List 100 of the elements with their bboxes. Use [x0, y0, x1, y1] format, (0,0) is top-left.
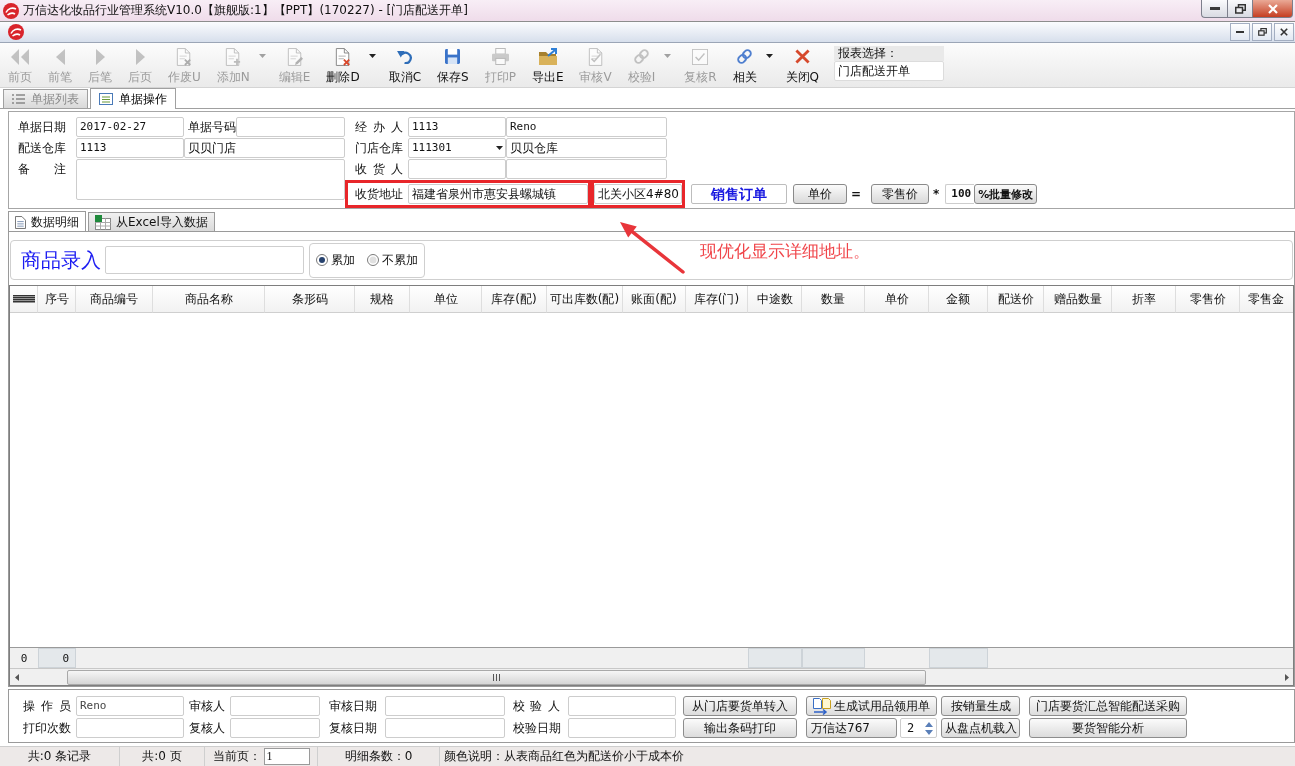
equals-sign: = — [851, 187, 862, 201]
caret-icon[interactable] — [765, 54, 773, 58]
right-triangle-icon — [95, 48, 105, 65]
tab[interactable]: 单据操作 — [90, 88, 176, 109]
related-button[interactable]: 相关 — [729, 45, 760, 88]
text-field[interactable] — [236, 117, 345, 137]
window-title: 万信达化妆品行业管理系统V10.0【旗舰版:1】【PPT】(170227) - [门店配送开单] — [23, 2, 469, 19]
field-label: 配送仓库 — [18, 139, 66, 157]
field-label: 复核日期 — [328, 719, 377, 737]
purchase-button[interactable]: 门店要货汇总智能配送采购 — [1029, 696, 1187, 716]
report-select-field[interactable]: 门店配送开单 — [834, 61, 945, 81]
order-type-field[interactable]: 销售订单 — [691, 184, 787, 204]
delete-button[interactable]: 删除D — [323, 45, 363, 88]
trial-slip-button[interactable]: 生成试用品领用单 — [806, 696, 937, 716]
caret-icon — [496, 146, 503, 150]
radio-option[interactable]: 累加 — [316, 251, 355, 269]
batch-modify-button[interactable]: %批量修改 — [974, 184, 1038, 204]
column-header: 商品编号 — [76, 286, 153, 313]
column-header: 商品名称 — [153, 286, 265, 313]
auditor-field[interactable] — [230, 696, 320, 716]
generate-button[interactable]: 按销量生成 — [941, 696, 1020, 716]
product-entry-field[interactable] — [105, 246, 304, 274]
cancel-button[interactable]: 取消C — [385, 45, 424, 88]
minimize-button[interactable] — [1201, 0, 1227, 18]
analysis-button[interactable]: 要货智能分析 — [1029, 718, 1187, 738]
multiply-sign: * — [933, 187, 940, 201]
note-field[interactable] — [76, 159, 345, 200]
code-field[interactable]: 1113 — [76, 138, 184, 158]
verifier-field[interactable] — [568, 696, 676, 716]
template-button[interactable]: 万信达767 — [806, 718, 897, 738]
grip-icon — [493, 673, 500, 681]
column-header: 折率 — [1112, 286, 1176, 313]
documents-arrow-icon — [813, 697, 831, 715]
caret-icon[interactable] — [368, 54, 376, 58]
field-label: 经 办 人 — [355, 118, 403, 136]
field-label: 打印次数 — [23, 719, 71, 737]
field-label: 门店仓库 — [355, 139, 403, 157]
close-button[interactable] — [1274, 23, 1294, 41]
link-icon — [736, 48, 754, 65]
document-check-icon — [587, 47, 604, 66]
copies-spinner[interactable]: 2 — [900, 718, 937, 738]
document-plus-icon — [225, 47, 242, 66]
date-field[interactable]: 2017-02-27 — [76, 117, 184, 137]
import-button[interactable]: 从门店要货单转入 — [683, 696, 797, 716]
code-field[interactable] — [408, 159, 506, 179]
column-header: 序号 — [38, 286, 76, 313]
barcode-print-button[interactable]: 输出条码打印 — [683, 718, 797, 738]
date-field[interactable] — [385, 696, 505, 716]
restore-button[interactable] — [1227, 0, 1253, 18]
retail-price-button[interactable]: 零售价 — [871, 184, 930, 204]
print-count-field[interactable] — [76, 718, 184, 738]
price-basis-button[interactable]: 单价 — [793, 184, 847, 204]
folder-arrow-icon — [538, 48, 557, 65]
scroll-left-icon[interactable] — [15, 673, 19, 681]
restore-icon — [1234, 3, 1246, 14]
scroll-right-icon[interactable] — [1285, 673, 1289, 681]
date-field[interactable] — [568, 718, 676, 738]
code-field[interactable]: 1113 — [408, 117, 506, 137]
dropdown[interactable]: 111301 — [408, 138, 506, 158]
name-field[interactable]: 贝贝门店 — [184, 138, 345, 158]
record-count: 共:0 条记录 — [0, 746, 120, 766]
menu-icon[interactable] — [12, 295, 35, 303]
address-detail-field[interactable]: 北关小区4#80 — [594, 184, 682, 204]
scrollbar-thumb[interactable] — [67, 669, 926, 685]
double-left-arrow-icon — [11, 48, 29, 65]
close-icon — [1280, 28, 1288, 36]
close-button[interactable]: 关闭Q — [782, 45, 823, 88]
percent-field[interactable]: 100 — [945, 184, 975, 204]
export-button[interactable]: 导出E — [528, 45, 567, 88]
name-field[interactable]: Reno — [506, 117, 667, 137]
radio-option[interactable]: 不累加 — [367, 251, 418, 269]
page-field[interactable]: 1 — [263, 748, 310, 765]
field-label: 收 货 人 — [355, 160, 403, 178]
field-label: 单据日期 — [18, 118, 66, 136]
tab[interactable]: 数据明细 — [8, 211, 86, 232]
field-label: 操 作 员 — [23, 697, 71, 715]
tab[interactable]: 从Excel导入数据 — [88, 212, 215, 231]
operator-field[interactable]: Reno — [76, 696, 184, 716]
list-icon — [12, 94, 25, 104]
up-down-arrows-icon — [925, 721, 933, 735]
date-field[interactable] — [385, 718, 505, 738]
column-header: 单位 — [410, 286, 482, 313]
field-label: 校验日期 — [512, 719, 561, 737]
reviewer-field[interactable] — [230, 718, 320, 738]
restore-button[interactable] — [1252, 23, 1272, 41]
column-header: 零售价 — [1176, 286, 1240, 313]
save-button[interactable]: 保存S — [434, 45, 472, 88]
document-pencil-icon — [286, 47, 303, 66]
count-cell-text: 0 — [19, 650, 29, 667]
column-header: 赠品数量 — [1044, 286, 1112, 313]
minimize-icon — [1236, 31, 1244, 33]
name-field[interactable]: 贝贝仓库 — [506, 138, 667, 158]
column-header: 库存(配) — [482, 286, 547, 313]
load-button[interactable]: 从盘点机载入 — [941, 718, 1020, 738]
name-field[interactable] — [506, 159, 667, 179]
address-field[interactable]: 福建省泉州市惠安县螺城镇 — [408, 184, 588, 204]
logo-icon[interactable] — [8, 24, 24, 40]
minimize-button[interactable] — [1230, 23, 1250, 41]
field-label: 收货地址 — [355, 185, 403, 203]
minimize-icon — [1209, 7, 1220, 10]
